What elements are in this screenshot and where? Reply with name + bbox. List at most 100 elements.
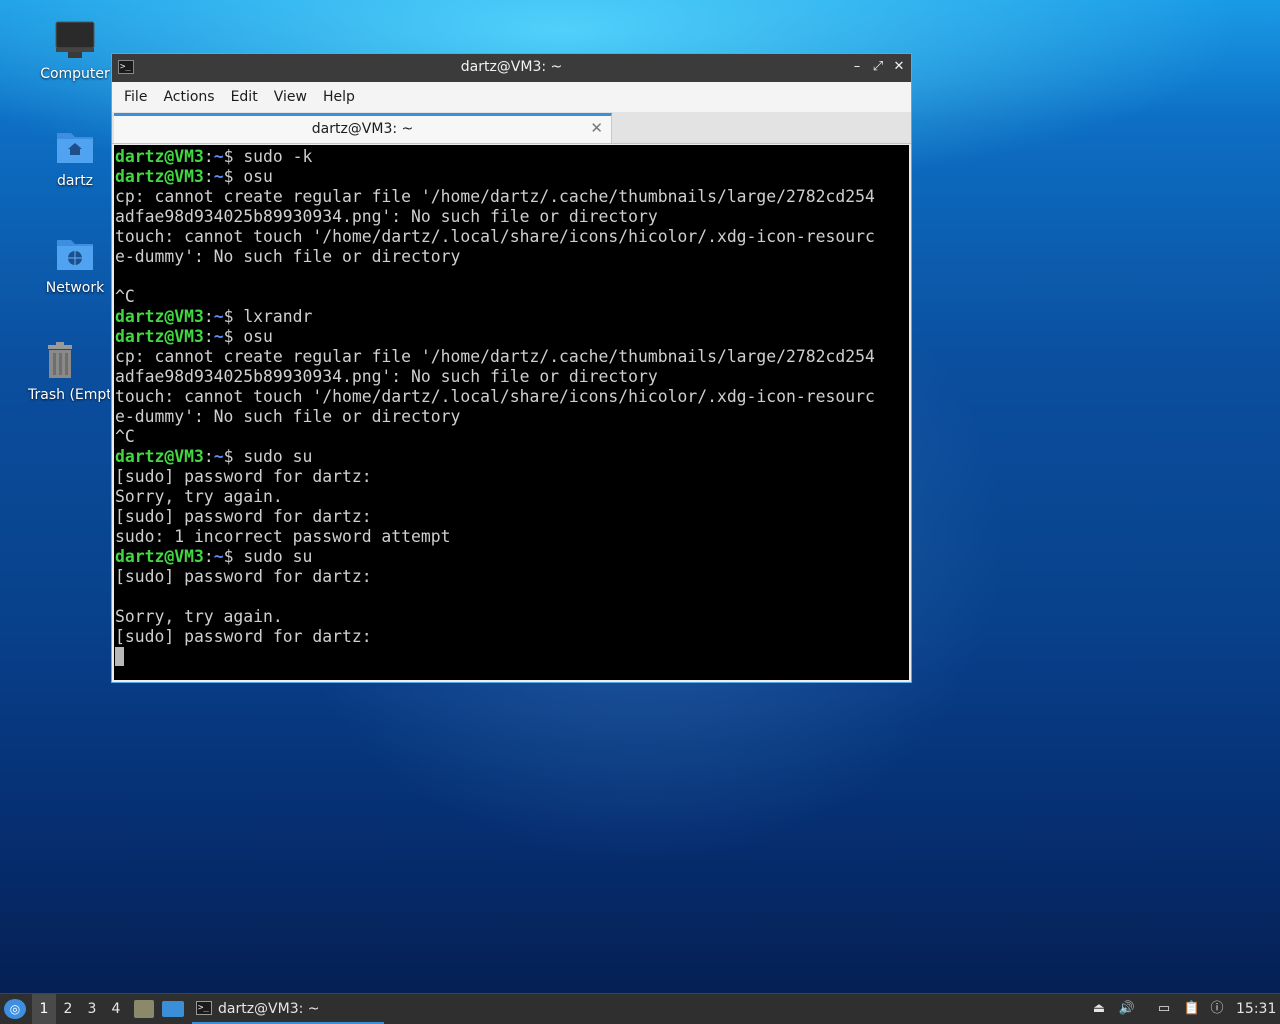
tab-title: dartz@VM3: ~ — [311, 121, 414, 137]
clipboard-icon[interactable]: 📋 — [1183, 1001, 1201, 1017]
menu-view[interactable]: View — [266, 89, 315, 105]
file-manager-icon[interactable] — [134, 1000, 154, 1018]
terminal-output[interactable]: dartz@VM3:~$ sudo -k dartz@VM3:~$ osu cp: … — [114, 145, 909, 680]
menu-actions[interactable]: Actions — [155, 89, 222, 105]
prompt-separator: : — [203, 547, 214, 566]
text-cursor — [115, 647, 124, 666]
prompt-path: ~ — [213, 167, 224, 186]
prompt-path: ~ — [213, 447, 224, 466]
prompt-separator: : — [203, 167, 214, 186]
prompt-user: dartz@VM3 — [115, 167, 204, 186]
minimize-button[interactable]: – — [848, 58, 866, 76]
desktop-switch-1[interactable]: 1 — [32, 994, 56, 1024]
menu-help[interactable]: Help — [315, 89, 363, 105]
terminal-line: ^C — [115, 287, 135, 306]
terminal-line: dartz@VM3:~$ sudo su — [114, 547, 909, 567]
terminal-line: [sudo] password for dartz: — [115, 627, 372, 646]
notification-icon[interactable]: ⓘ — [1208, 1001, 1226, 1017]
network-folder-icon — [57, 240, 93, 270]
tab-close-icon[interactable]: ✕ — [590, 119, 603, 137]
terminal-line: adfae98d934025b89930934.png': No such fi… — [115, 367, 658, 386]
taskbar: ◎ 1 2 3 4 >_ dartz@VM3: ~ ⏏ 🔊 ▭ 📋 ⓘ 15:3… — [0, 993, 1280, 1024]
desktop-icon-label: dartz — [56, 173, 94, 189]
desktop-icon-network[interactable]: Network — [25, 232, 125, 296]
command-text: sudo su — [243, 447, 313, 466]
window-title: dartz@VM3: ~ — [460, 59, 563, 75]
command-text: osu — [243, 327, 273, 346]
terminal-line — [114, 647, 909, 667]
terminal-line: dartz@VM3:~$ sudo su — [114, 447, 909, 467]
maximize-button[interactable]: ⤢ — [869, 58, 887, 76]
home-folder-icon — [57, 133, 93, 163]
prompt-separator: : — [203, 147, 214, 166]
prompt-separator: : — [203, 307, 214, 326]
terminal-line: adfae98d934025b89930934.png': No such fi… — [115, 207, 658, 226]
desktop-switch-4[interactable]: 4 — [104, 994, 128, 1024]
terminal-line: dartz@VM3:~$ osu — [114, 327, 909, 347]
terminal-line: [sudo] password for dartz: — [115, 507, 372, 526]
prompt-path: ~ — [213, 307, 224, 326]
terminal-line: Sorry, try again. — [115, 487, 283, 506]
prompt-symbol: $ — [223, 447, 244, 466]
desktop-icon-trash[interactable]: Trash (Empty) — [10, 339, 110, 403]
prompt-user: dartz@VM3 — [115, 327, 204, 346]
network-status-icon[interactable]: ▭ — [1155, 1001, 1173, 1017]
taskbar-task-terminal[interactable]: >_ dartz@VM3: ~ — [192, 994, 384, 1024]
prompt-symbol: $ — [223, 147, 244, 166]
command-text: sudo su — [243, 547, 313, 566]
prompt-symbol: $ — [223, 547, 244, 566]
command-text: osu — [243, 167, 273, 186]
terminal-line: Sorry, try again. — [115, 607, 283, 626]
terminal-line: [sudo] password for dartz: — [115, 467, 372, 486]
terminal-line: cp: cannot create regular file '/home/da… — [115, 347, 875, 366]
trash-icon — [48, 342, 72, 378]
terminal-line: e-dummy': No such file or directory — [115, 407, 461, 426]
prompt-separator: : — [203, 447, 214, 466]
tab-terminal[interactable]: dartz@VM3: ~ ✕ — [114, 113, 612, 143]
prompt-path: ~ — [213, 327, 224, 346]
desktop-switch-3[interactable]: 3 — [80, 994, 104, 1024]
prompt-path: ~ — [213, 147, 224, 166]
terminal-line: cp: cannot create regular file '/home/da… — [115, 187, 875, 206]
prompt-user: dartz@VM3 — [115, 547, 204, 566]
terminal-line: ^C — [115, 427, 135, 446]
terminal-line: dartz@VM3:~$ lxrandr — [114, 307, 909, 327]
desktop-icon-computer[interactable]: Computer — [25, 18, 125, 82]
show-desktop-icon[interactable] — [162, 1001, 184, 1017]
task-title: dartz@VM3: ~ — [218, 1001, 320, 1017]
desktop-icon-label: Computer — [40, 66, 110, 82]
desktop-icon-label: Network — [45, 280, 105, 296]
computer-icon — [55, 21, 95, 58]
volume-icon[interactable]: 🔊 — [1118, 1001, 1136, 1017]
eject-icon[interactable]: ⏏ — [1090, 1001, 1108, 1017]
menu-edit[interactable]: Edit — [223, 89, 266, 105]
terminal-line: dartz@VM3:~$ osu — [114, 167, 909, 187]
desktop-icon-label: Trash (Empty) — [28, 387, 110, 403]
command-text: lxrandr — [243, 307, 313, 326]
prompt-user: dartz@VM3 — [115, 307, 204, 326]
prompt-separator: : — [203, 327, 214, 346]
terminal-line: sudo: 1 incorrect password attempt — [115, 527, 451, 546]
clock: 15:31 — [1236, 1001, 1277, 1017]
start-menu-icon[interactable]: ◎ — [4, 999, 26, 1019]
prompt-path: ~ — [213, 547, 224, 566]
desktop-switch-2[interactable]: 2 — [56, 994, 80, 1024]
terminal-line: e-dummy': No such file or directory — [115, 247, 461, 266]
command-text: sudo -k — [243, 147, 313, 166]
terminal-task-icon: >_ — [196, 1001, 212, 1015]
desktop-icon-home[interactable]: dartz — [25, 125, 125, 189]
terminal-line: touch: cannot touch '/home/dartz/.local/… — [115, 227, 875, 246]
prompt-symbol: $ — [223, 307, 244, 326]
window-titlebar[interactable]: >_ dartz@VM3: ~ – ⤢ ✕ — [112, 54, 911, 82]
terminal-window[interactable]: >_ dartz@VM3: ~ – ⤢ ✕ File Actions Edit … — [111, 53, 912, 683]
terminal-line: dartz@VM3:~$ sudo -k — [114, 147, 909, 167]
prompt-symbol: $ — [223, 167, 244, 186]
close-button[interactable]: ✕ — [890, 58, 908, 76]
prompt-symbol: $ — [223, 327, 244, 346]
menu-file[interactable]: File — [116, 89, 155, 105]
prompt-user: dartz@VM3 — [115, 447, 204, 466]
prompt-user: dartz@VM3 — [115, 147, 204, 166]
terminal-line: touch: cannot touch '/home/dartz/.local/… — [115, 387, 875, 406]
